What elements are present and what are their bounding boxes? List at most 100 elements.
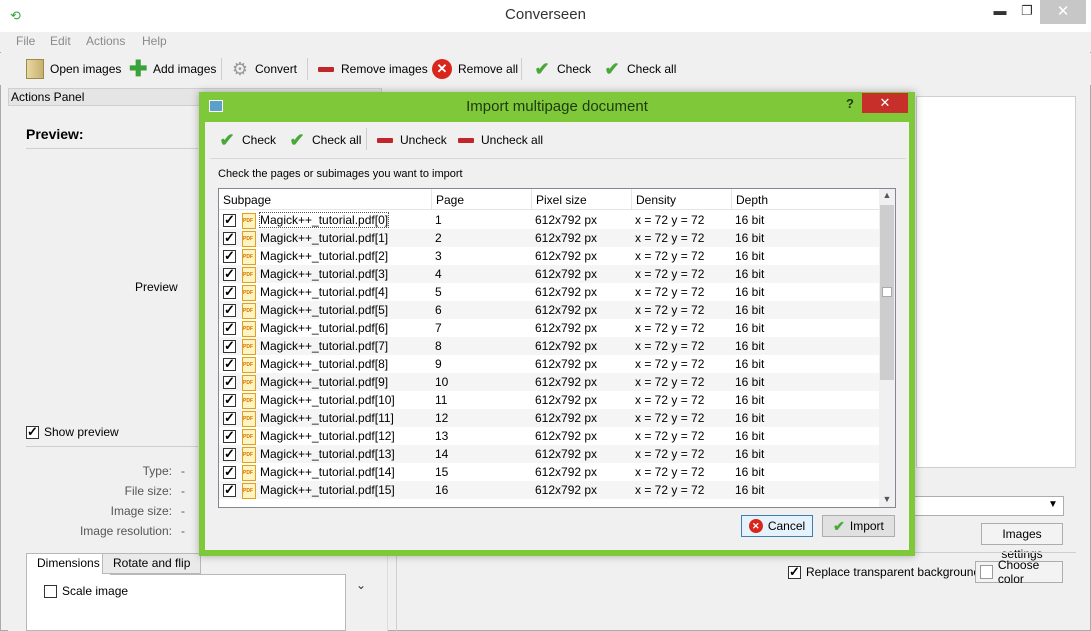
subpage-name: Magick++_tutorial.pdf[13] <box>260 447 395 461</box>
row-checkbox[interactable] <box>223 374 236 390</box>
row-checkbox[interactable] <box>223 230 236 246</box>
column-header-density[interactable]: Density <box>636 193 676 207</box>
images-settings-button[interactable]: Images settings <box>981 523 1063 561</box>
row-checkbox[interactable] <box>223 338 236 354</box>
checkmark-icon: ✔ <box>534 59 550 79</box>
show-preview-checkbox[interactable]: Show preview <box>26 424 119 440</box>
menu-file[interactable]: File <box>16 34 35 48</box>
column-header-page[interactable]: Page <box>436 193 464 207</box>
row-checkbox[interactable] <box>223 212 236 228</box>
check-all-button[interactable]: ✔ Check all <box>603 58 676 80</box>
table-row[interactable]: Magick++_tutorial.pdf[7] 8 612x792 px x = 7… <box>219 337 880 355</box>
pdf-file-icon <box>240 392 256 409</box>
scroll-down-icon[interactable]: ▼ <box>879 494 895 504</box>
checkbox-unchecked[interactable] <box>44 584 57 598</box>
check-label: Check <box>242 133 277 147</box>
pdf-file-icon <box>240 230 256 247</box>
column-header-subpage[interactable]: Subpage <box>223 193 271 207</box>
convert-button[interactable]: ⚙ Convert <box>231 58 297 80</box>
tab-rotate-and-flip[interactable]: Rotate and flip <box>102 553 202 574</box>
column-separator[interactable] <box>631 189 632 210</box>
image-resolution-value: - <box>181 524 185 538</box>
chevron-down-icon[interactable]: ▼ <box>1048 499 1058 510</box>
scale-image-checkbox[interactable]: Scale image <box>44 584 128 598</box>
dialog-check-all-button[interactable]: ✔ Check all <box>288 131 361 149</box>
pixel-size-cell: 612x792 px <box>535 393 598 407</box>
open-images-button[interactable]: Open images <box>26 58 121 80</box>
add-images-button[interactable]: ✚ Add images <box>129 58 216 80</box>
scale-image-label: Scale image <box>62 584 129 598</box>
subpage-cell: Magick++_tutorial.pdf[0] <box>219 212 432 229</box>
table-row[interactable]: Magick++_tutorial.pdf[3] 4 612x792 px x = 7… <box>219 265 880 283</box>
table-row[interactable]: Magick++_tutorial.pdf[14] 15 612x792 px x =… <box>219 463 880 481</box>
subpage-name: Magick++_tutorial.pdf[14] <box>260 465 395 479</box>
table-row[interactable]: Magick++_tutorial.pdf[13] 14 612x792 px x =… <box>219 445 880 463</box>
row-checkbox[interactable] <box>223 266 236 282</box>
menu-actions[interactable]: Actions <box>86 34 125 48</box>
toolbar-separator <box>221 58 222 80</box>
dialog-uncheck-button[interactable]: Uncheck <box>376 131 447 149</box>
table-row[interactable]: Magick++_tutorial.pdf[1] 2 612x792 px x = 7… <box>219 229 880 247</box>
column-separator[interactable] <box>731 189 732 210</box>
row-checkbox[interactable] <box>223 482 236 498</box>
minimize-button[interactable]: ▬ <box>985 0 1015 24</box>
row-checkbox[interactable] <box>223 410 236 426</box>
row-checkbox[interactable] <box>223 302 236 318</box>
table-row[interactable]: Magick++_tutorial.pdf[10] 11 612x792 px x =… <box>219 391 880 409</box>
choose-color-button[interactable]: Choose color <box>975 558 1063 586</box>
uncheck-all-label: Uncheck all <box>481 133 544 147</box>
table-row[interactable]: Magick++_tutorial.pdf[4] 5 612x792 px x = 7… <box>219 283 880 301</box>
help-button[interactable]: ? <box>840 96 860 111</box>
column-header-pixel-size[interactable]: Pixel size <box>536 193 587 207</box>
check-button[interactable]: ✔ Check <box>533 58 591 80</box>
column-header-depth[interactable]: Depth <box>736 193 768 207</box>
checkbox-checked[interactable] <box>26 424 39 440</box>
dialog-close-button[interactable]: ✕ <box>862 93 908 113</box>
row-checkbox[interactable] <box>223 284 236 300</box>
scroll-up-icon[interactable]: ▲ <box>879 190 895 200</box>
column-separator[interactable] <box>431 189 432 210</box>
chevron-down-icon[interactable]: ⌄ <box>356 578 366 592</box>
cancel-button[interactable]: ✕ Cancel <box>741 515 813 537</box>
image-resolution-label: Image resolution: <box>79 524 172 538</box>
column-separator[interactable] <box>531 189 532 210</box>
menu-help[interactable]: Help <box>142 34 167 48</box>
table-row[interactable]: Magick++_tutorial.pdf[11] 12 612x792 px x =… <box>219 409 880 427</box>
row-checkbox[interactable] <box>223 428 236 444</box>
table-row[interactable]: Magick++_tutorial.pdf[12] 13 612x792 px x =… <box>219 427 880 445</box>
remove-images-button[interactable]: Remove images <box>317 58 428 80</box>
pixel-size-cell: 612x792 px <box>535 357 598 371</box>
table-row[interactable]: Magick++_tutorial.pdf[5] 6 612x792 px x = 7… <box>219 301 880 319</box>
row-checkbox[interactable] <box>223 392 236 408</box>
checkbox-checked[interactable] <box>788 564 801 580</box>
dialog-uncheck-all-button[interactable]: Uncheck all <box>457 131 543 149</box>
table-row[interactable]: Magick++_tutorial.pdf[8] 9 612x792 px x = 7… <box>219 355 880 373</box>
table-row[interactable]: Magick++_tutorial.pdf[6] 7 612x792 px x = 7… <box>219 319 880 337</box>
table-row[interactable]: Magick++_tutorial.pdf[0] 1 612x792 px x = 7… <box>219 211 880 229</box>
table-row[interactable]: Magick++_tutorial.pdf[9] 10 612x792 px x = … <box>219 373 880 391</box>
density-cell: x = 72 y = 72 <box>635 339 705 353</box>
table-row[interactable]: Magick++_tutorial.pdf[15] 16 612x792 px x =… <box>219 481 880 499</box>
dialog-title: Import multipage document <box>466 98 648 115</box>
menu-edit[interactable]: Edit <box>50 34 71 48</box>
row-checkbox[interactable] <box>223 356 236 372</box>
remove-images-label: Remove images <box>341 62 428 76</box>
replace-transparent-checkbox[interactable]: Replace transparent background <box>788 564 980 580</box>
density-cell: x = 72 y = 72 <box>635 447 705 461</box>
remove-all-button[interactable]: ✕ Remove all <box>432 58 518 80</box>
import-button[interactable]: ✔ Import <box>822 515 895 537</box>
scrollbar-grip[interactable] <box>882 287 892 297</box>
maximize-button[interactable]: ❐ <box>1013 0 1041 24</box>
tab-dimensions[interactable]: Dimensions <box>26 553 111 575</box>
format-select[interactable] <box>914 496 1064 516</box>
table-row[interactable]: Magick++_tutorial.pdf[2] 3 612x792 px x = 7… <box>219 247 880 265</box>
row-checkbox[interactable] <box>223 248 236 264</box>
row-checkbox[interactable] <box>223 446 236 462</box>
dialog-check-button[interactable]: ✔ Check <box>218 131 276 149</box>
close-button[interactable]: ✕ <box>1040 0 1086 24</box>
depth-cell: 16 bit <box>735 303 765 317</box>
row-checkbox[interactable] <box>223 320 236 336</box>
density-cell: x = 72 y = 72 <box>635 267 705 281</box>
row-checkbox[interactable] <box>223 464 236 480</box>
subpage-cell: Magick++_tutorial.pdf[11] <box>219 410 432 427</box>
